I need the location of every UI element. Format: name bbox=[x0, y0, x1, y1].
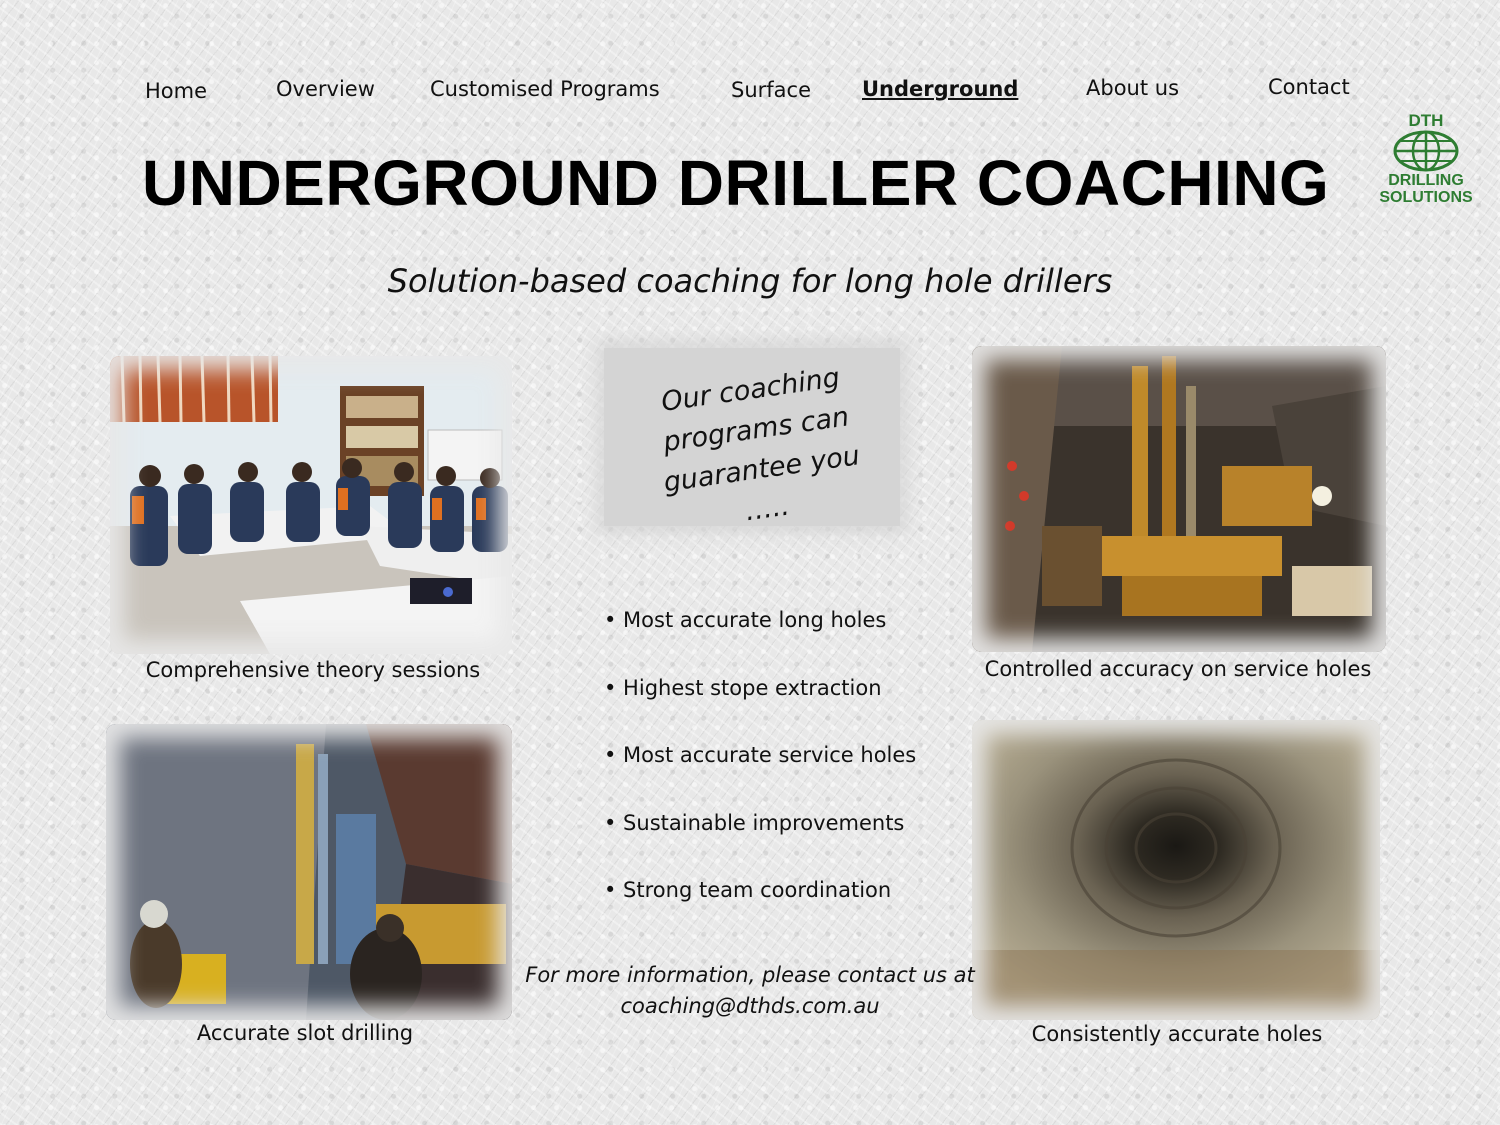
benefit-item: • Sustainable improvements bbox=[604, 811, 905, 835]
accurate-holes-photo bbox=[972, 720, 1380, 1020]
contact-info: For more information, please contact us … bbox=[520, 960, 980, 1022]
page-subtitle: Solution-based coaching for long hole dr… bbox=[387, 262, 1113, 300]
caption-accurate-holes: Consistently accurate holes bbox=[1031, 1022, 1323, 1046]
caption-theory-sessions: Comprehensive theory sessions bbox=[145, 658, 481, 682]
nav-contact[interactable]: Contact bbox=[1268, 75, 1350, 99]
nav-about-us[interactable]: About us bbox=[1086, 76, 1179, 100]
benefit-item: • Most accurate long holes bbox=[604, 608, 887, 632]
callout-text: Our coaching programs can guarantee you … bbox=[624, 353, 894, 546]
caption-slot-drilling: Accurate slot drilling bbox=[196, 1021, 414, 1045]
contact-text: For more information, please contact us … bbox=[525, 963, 975, 987]
logo-solutions-text: SOLUTIONS bbox=[1379, 189, 1473, 206]
benefit-item: • Most accurate service holes bbox=[604, 743, 917, 767]
drilled-hole-illustration bbox=[972, 720, 1380, 1020]
service-holes-photo bbox=[972, 346, 1386, 652]
slot-drilling-photo bbox=[106, 724, 512, 1020]
nav-surface[interactable]: Surface bbox=[731, 78, 811, 102]
classroom-illustration bbox=[110, 356, 512, 654]
company-logo[interactable]: DTH DRILLING SOLUTIONS bbox=[1372, 112, 1480, 212]
caption-service-holes: Controlled accuracy on service holes bbox=[984, 657, 1372, 681]
drill-rig-illustration bbox=[972, 346, 1386, 652]
nav-overview[interactable]: Overview bbox=[276, 77, 375, 101]
nav-home[interactable]: Home bbox=[145, 79, 207, 103]
page-title: UNDERGROUND DRILLER COACHING bbox=[142, 147, 1330, 219]
contact-email-link[interactable]: coaching@dthds.com.au bbox=[520, 991, 980, 1022]
benefit-item: • Highest stope extraction bbox=[604, 676, 882, 700]
nav-customised-programs[interactable]: Customised Programs bbox=[430, 77, 660, 101]
theory-session-photo bbox=[110, 356, 512, 654]
nav-underground[interactable]: Underground bbox=[862, 77, 1018, 101]
logo-drilling-text: DRILLING bbox=[1388, 172, 1464, 189]
coaching-callout: Our coaching programs can guarantee you … bbox=[604, 348, 900, 527]
logo-dth-text: DTH bbox=[1408, 111, 1444, 130]
globe-icon bbox=[1393, 130, 1459, 172]
benefit-item: • Strong team coordination bbox=[604, 878, 892, 902]
slot-drilling-illustration bbox=[106, 724, 512, 1020]
